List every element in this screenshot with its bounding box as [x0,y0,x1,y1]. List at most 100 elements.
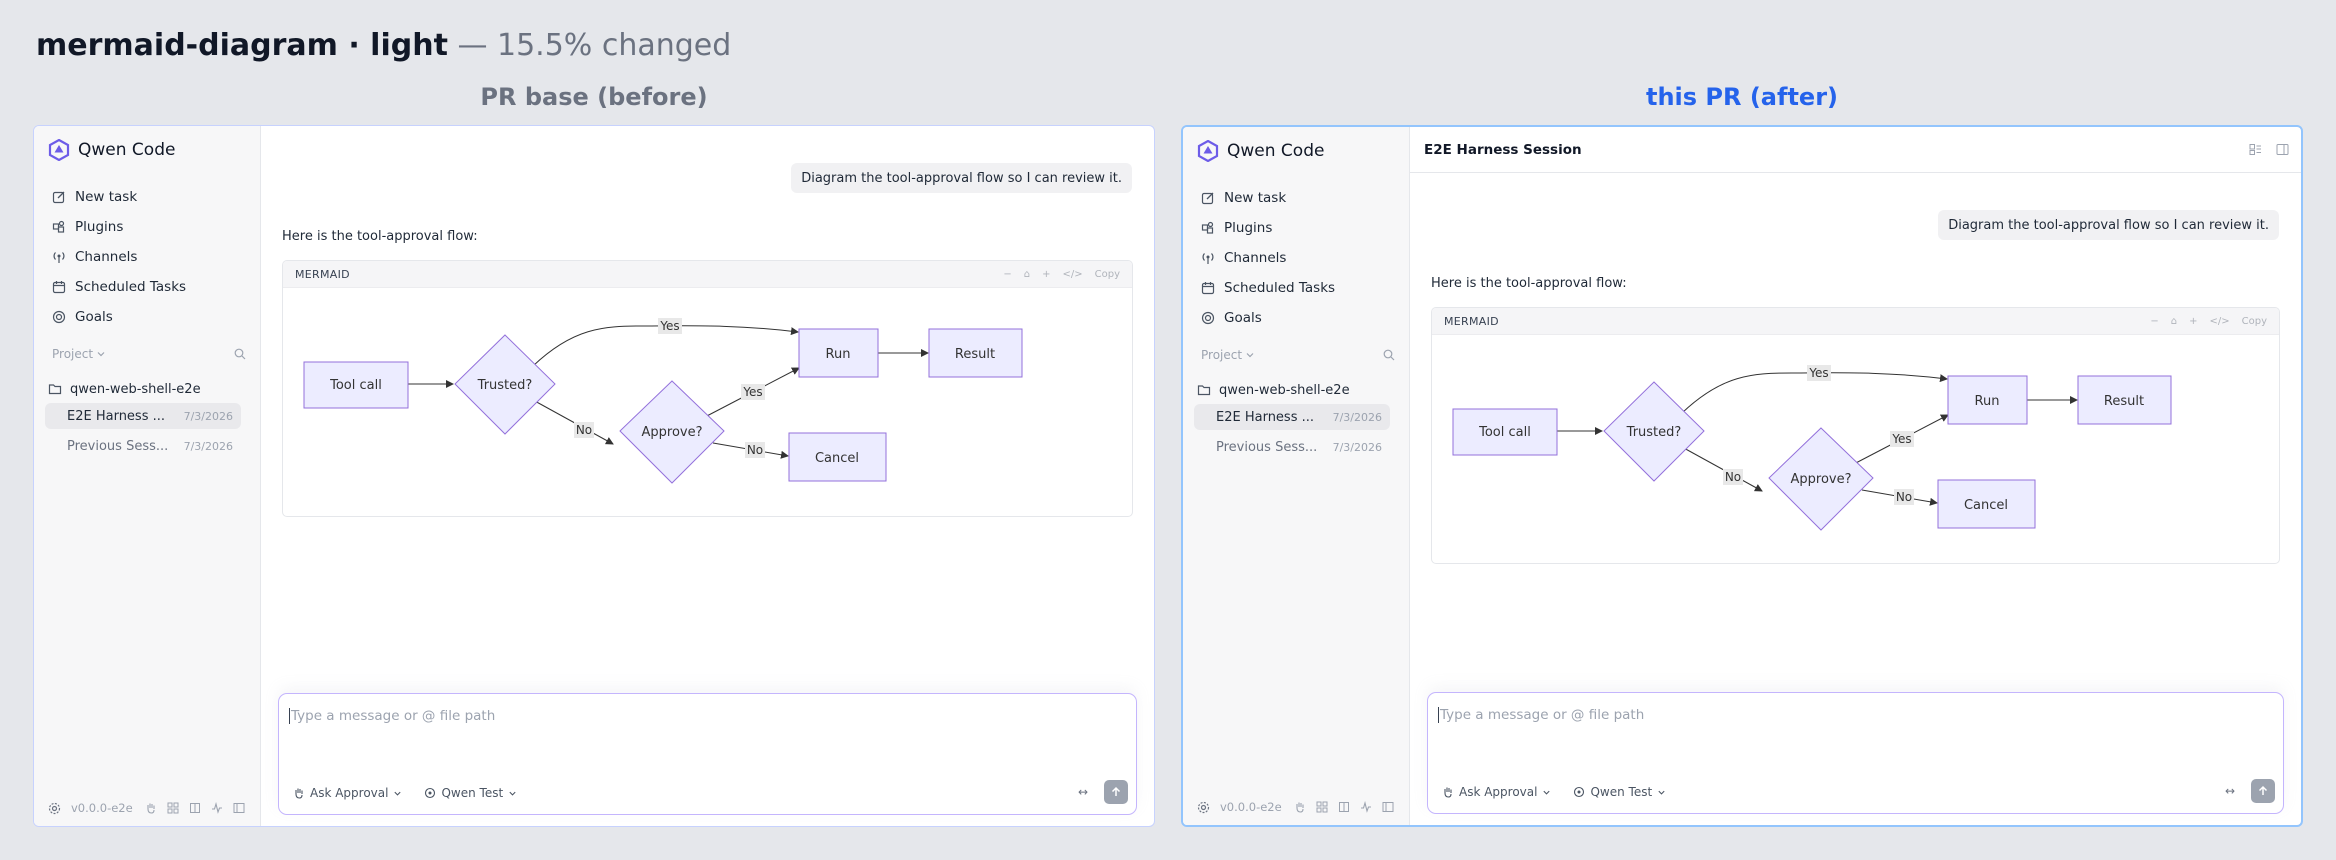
sidebar-item-label: Plugins [75,219,124,235]
hand-icon [295,788,303,799]
grid-icon[interactable] [167,802,179,814]
sidebar-item-goals[interactable]: Goals [42,302,253,332]
layout-icon[interactable] [2249,143,2262,156]
composer[interactable]: Type a message or @ file path Ask Approv… [278,693,1137,815]
view-source-button[interactable]: </> [2209,316,2229,327]
label-before: PR base (before) [480,83,708,111]
send-button[interactable] [1104,780,1128,804]
composer[interactable]: Type a message or @ file path Ask Approv… [1427,692,2284,814]
gear-icon[interactable] [48,802,61,815]
sidebar-item-plugins[interactable]: Plugins [42,212,253,242]
code-block-header: MERMAID − ⌂ + </> Copy [283,261,1132,288]
chevron-down-icon [1658,790,1665,795]
brand[interactable]: Qwen Code [1197,137,1324,165]
brand-name: Qwen Code [1227,141,1325,161]
project-folder[interactable]: qwen-web-shell-e2e [48,376,248,402]
message-input[interactable]: Type a message or @ file path [289,708,495,724]
sidebar-item-label: New task [1224,190,1287,206]
hand-icon[interactable] [1294,801,1306,813]
approval-mode-select[interactable]: Ask Approval [1442,785,1551,799]
node-label: Trusted? [477,378,533,393]
chevron-down-icon [394,791,402,796]
session-item-e2e-harness[interactable]: E2E Harness ... 7/3/2026 [1194,404,1390,430]
send-button[interactable] [2251,779,2275,803]
chevron-down-icon [97,352,105,357]
session-item-previous[interactable]: Previous Sess... 7/3/2026 [1194,434,1390,460]
grid-icon[interactable] [1316,801,1328,813]
mermaid-diagram: Tool call Trusted? Approve? Run Result C… [1432,335,2279,563]
assistant-reply: Here is the tool-approval flow: [1431,276,1627,291]
zoom-in-button[interactable]: + [1042,269,1050,280]
session-title: Previous Sess... [67,438,169,454]
session-date: 7/3/2026 [1332,410,1382,424]
brand-name: Qwen Code [78,140,176,160]
code-tools: − ⌂ + </> Copy [2150,316,2267,327]
mermaid-diagram: Tool call Trusted? Approve? Run Result C… [283,288,1132,516]
panel-icon[interactable] [233,802,245,814]
zoom-out-button[interactable]: − [2150,316,2158,327]
mermaid-block: MERMAID − ⌂ + </> Copy Tool call Trusted… [282,260,1133,517]
frame-after: Qwen Code New task Plugins Channels Sche… [1181,125,2303,827]
sidebar-item-label: Channels [1224,250,1287,266]
edit-icon [1201,192,1214,205]
view-source-button[interactable]: </> [1062,269,1082,280]
activity-icon[interactable] [211,802,223,814]
project-filter[interactable]: Project [52,347,106,361]
sidebar-item-channels[interactable]: Channels [42,242,253,272]
approval-mode-select[interactable]: Ask Approval [293,786,402,800]
sidebar-item-label: New task [75,189,138,205]
brand[interactable]: Qwen Code [48,136,175,164]
edit-icon [52,191,65,204]
composer-actions: ↔ [1078,780,1128,804]
node-label: Tool call [1478,425,1531,440]
sidebar-item-new-task[interactable]: New task [42,182,253,212]
session-header-title: E2E Harness Session [1424,141,1582,158]
sidebar-nav: New task Plugins Channels Scheduled Task… [1191,183,1402,333]
composer-actions: ↔ [2225,779,2275,803]
sidebar-item-channels[interactable]: Channels [1191,243,1402,273]
book-icon[interactable] [1338,801,1350,813]
arrow-up-icon [1111,786,1121,796]
edge-label: Yes [742,385,762,399]
search-icon[interactable] [234,348,246,360]
calendar-icon [1201,282,1215,295]
sidebar-item-scheduled-tasks[interactable]: Scheduled Tasks [42,272,253,302]
sidebar-toggle-icon[interactable] [2276,143,2289,156]
session-header-actions [2249,143,2289,156]
message-input[interactable]: Type a message or @ file path [1438,707,1644,723]
expand-button[interactable]: ↔ [1078,785,1088,799]
edge-label: Yes [1891,432,1911,446]
search-icon[interactable] [1383,349,1395,361]
copy-button[interactable]: Copy [2242,316,2267,327]
sidebar-item-goals[interactable]: Goals [1191,303,1402,333]
sidebar-item-plugins[interactable]: Plugins [1191,213,1402,243]
expand-button[interactable]: ↔ [2225,784,2235,798]
project-filter[interactable]: Project [1201,348,1255,362]
reset-zoom-button[interactable]: ⌂ [2171,316,2177,327]
folder-icon [1197,385,1211,396]
session-item-previous[interactable]: Previous Sess... 7/3/2026 [45,433,241,459]
project-folder[interactable]: qwen-web-shell-e2e [1197,377,1397,403]
session-item-e2e-harness[interactable]: E2E Harness ... 7/3/2026 [45,403,241,429]
copy-button[interactable]: Copy [1095,269,1120,280]
model-icon [1574,786,1585,798]
zoom-in-button[interactable]: + [2189,316,2197,327]
node-label: Trusted? [1626,425,1682,440]
zoom-out-button[interactable]: − [1003,269,1011,280]
approval-mode-label: Ask Approval [310,786,389,800]
reset-zoom-button[interactable]: ⌂ [1024,269,1030,280]
hand-icon[interactable] [145,802,157,814]
model-select[interactable]: Qwen Test [424,786,517,800]
sidebar-item-scheduled-tasks[interactable]: Scheduled Tasks [1191,273,1402,303]
model-select[interactable]: Qwen Test [1573,785,1666,799]
activity-icon[interactable] [1360,801,1372,813]
edge-label: No [576,423,592,437]
edge-label: No [1725,470,1741,484]
panel-icon[interactable] [1382,801,1394,813]
book-icon[interactable] [189,802,201,814]
gear-icon[interactable] [1197,801,1210,814]
qwen-logo-icon [1197,140,1219,162]
sidebar-item-new-task[interactable]: New task [1191,183,1402,213]
model-icon [425,787,436,799]
heading-change: — 15.5% changed [447,28,732,63]
